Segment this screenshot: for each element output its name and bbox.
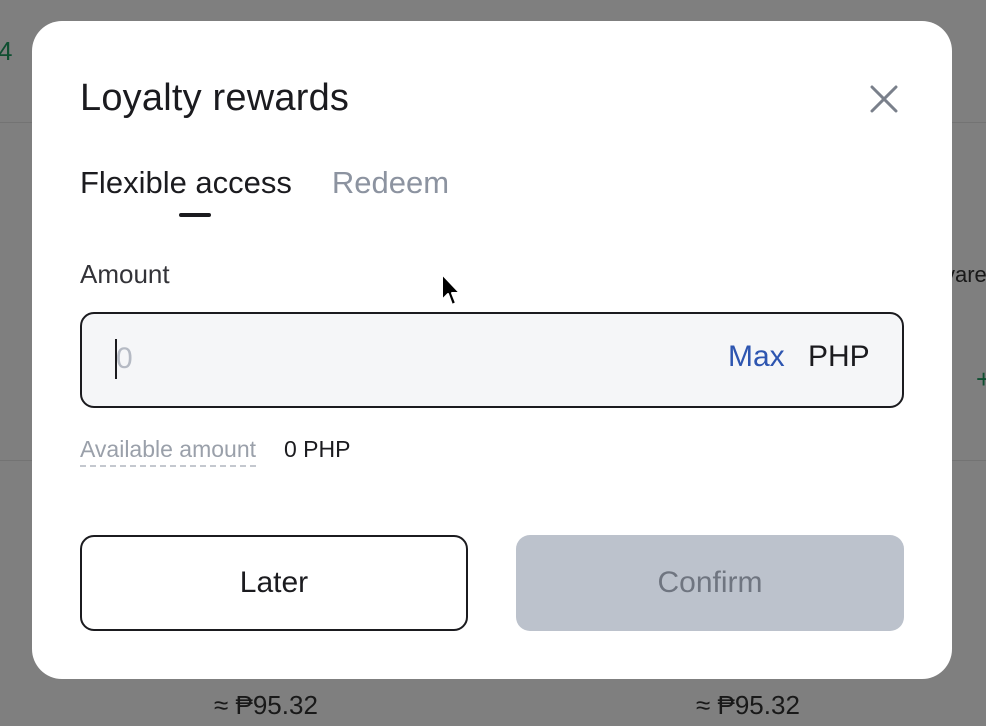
available-amount-label[interactable]: Available amount	[80, 436, 257, 467]
available-amount-value: 0 PHP	[284, 436, 351, 462]
max-button[interactable]: Max	[728, 340, 785, 374]
tab-redeem[interactable]: Redeem	[332, 165, 449, 217]
later-button[interactable]: Later	[80, 535, 468, 631]
tab-label: Redeem	[331, 165, 450, 200]
close-icon	[870, 85, 898, 113]
tab-label: Flexible access	[80, 165, 292, 200]
tab-bar: Flexible access Redeem	[80, 165, 449, 217]
amount-label: Amount	[80, 259, 170, 289]
text-caret	[115, 339, 117, 379]
mouse-pointer-icon	[441, 273, 461, 306]
confirm-button[interactable]: Confirm	[516, 535, 904, 631]
dialog-title: Loyalty rewards	[80, 77, 350, 119]
amount-input[interactable]	[114, 336, 678, 382]
currency-label: PHP	[808, 340, 870, 373]
loyalty-rewards-dialog: Loyalty rewards Flexible access Redeem A…	[32, 21, 952, 679]
amount-field: Max PHP	[80, 312, 904, 408]
close-button[interactable]	[866, 81, 902, 117]
tab-flexible-access[interactable]: Flexible access	[80, 165, 292, 217]
active-tab-indicator	[179, 213, 211, 217]
